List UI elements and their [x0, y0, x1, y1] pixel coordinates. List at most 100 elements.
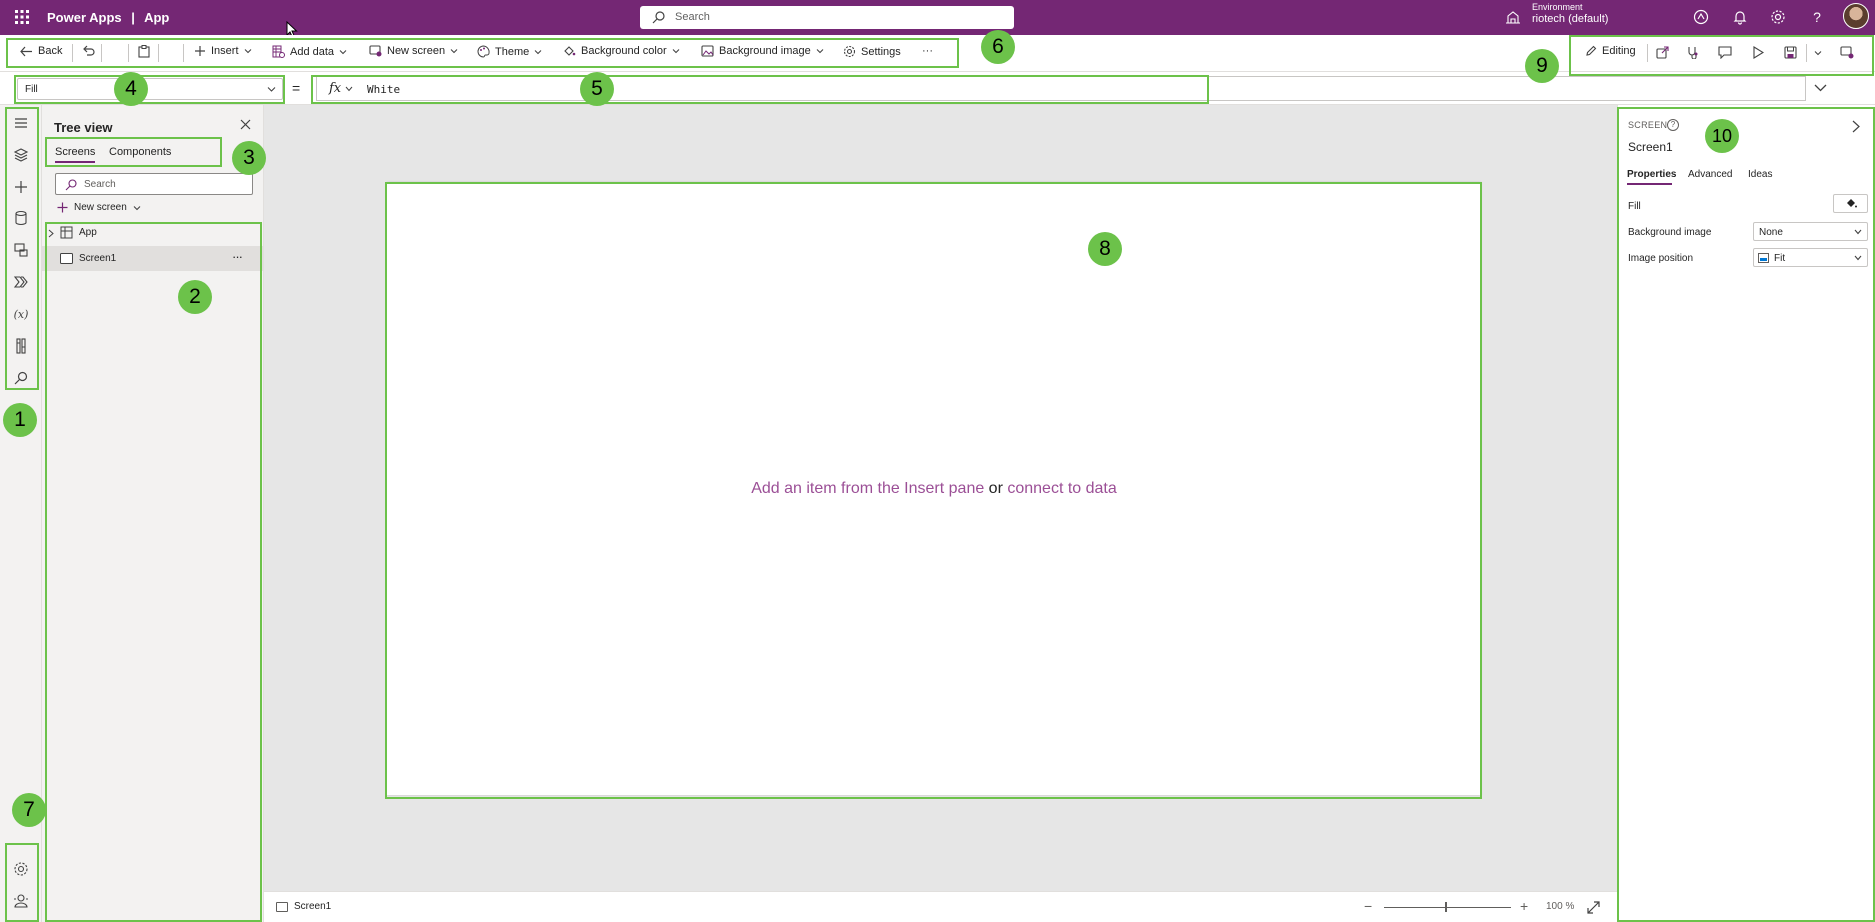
insert-pane-link[interactable]: Add an item from the Insert pane	[751, 480, 984, 497]
tree-item-screen1[interactable]: Screen1 ···	[42, 246, 264, 271]
add-data-button[interactable]: Add data	[272, 45, 347, 58]
image-position-label: Image position	[1628, 253, 1694, 264]
tab-screens[interactable]: Screens	[55, 146, 95, 158]
new-screen-button[interactable]: New screen	[57, 202, 141, 213]
control-name[interactable]: Screen1	[1628, 140, 1673, 154]
more-options-button[interactable]: ···	[232, 249, 243, 264]
bell-icon[interactable]	[1732, 9, 1748, 25]
chevron-down-icon[interactable]	[1814, 49, 1822, 57]
virtual-agent-icon[interactable]	[13, 893, 29, 909]
current-screen-label[interactable]: Screen1	[294, 901, 331, 912]
more-commands-button[interactable]: ···	[922, 45, 933, 57]
screen-canvas[interactable]: Add an item from the Insert pane or conn…	[387, 182, 1481, 795]
property-dropdown[interactable]: Fill	[17, 78, 283, 100]
chevron-down-icon[interactable]	[1814, 84, 1827, 92]
chevron-down-icon	[672, 49, 679, 54]
tab-components[interactable]: Components	[109, 146, 171, 158]
global-search-input[interactable]: Search	[640, 6, 1014, 29]
chevron-down-icon	[1854, 255, 1862, 261]
insert-plus-icon[interactable]	[13, 179, 29, 195]
fit-to-window-icon[interactable]	[1587, 901, 1600, 914]
copilot-icon[interactable]	[1693, 9, 1709, 25]
screen-icon	[60, 253, 73, 264]
power-automate-icon[interactable]	[13, 274, 29, 290]
close-icon[interactable]	[240, 119, 251, 130]
divider	[1806, 44, 1807, 62]
chevron-right-icon[interactable]	[48, 229, 54, 238]
hamburger-menu-icon[interactable]	[13, 115, 29, 131]
add-data-label: Add data	[290, 45, 335, 58]
insert-button[interactable]: Insert	[194, 45, 252, 57]
chevron-down-icon	[133, 205, 141, 210]
editing-mode-button[interactable]: Editing	[1585, 45, 1636, 57]
image-icon	[1758, 253, 1769, 263]
background-image-label: Background image	[719, 45, 811, 57]
tab-ideas[interactable]: Ideas	[1748, 169, 1772, 180]
play-icon[interactable]	[1752, 46, 1764, 59]
connect-to-data-link[interactable]: connect to data	[1007, 480, 1116, 497]
fx-icon[interactable]: fx	[329, 81, 341, 96]
background-image-select[interactable]: None	[1753, 222, 1868, 241]
theme-button[interactable]: Theme	[477, 45, 542, 58]
chevron-down-icon	[534, 49, 542, 54]
app-checker-icon[interactable]	[1686, 46, 1700, 59]
new-screen-button[interactable]: New screen	[369, 45, 458, 57]
editing-label: Editing	[1602, 45, 1636, 57]
zoom-slider-thumb[interactable]	[1445, 902, 1447, 912]
settings-button[interactable]: Settings	[843, 45, 901, 58]
help-circle-icon[interactable]: ?	[1667, 119, 1679, 131]
tab-advanced[interactable]: Advanced	[1688, 169, 1732, 180]
search-icon	[65, 179, 77, 191]
chevron-right-icon[interactable]	[1852, 120, 1860, 133]
formula-input[interactable]: fx White	[316, 76, 1806, 101]
help-icon[interactable]: ?	[1809, 9, 1825, 25]
zoom-slider[interactable]	[1384, 907, 1511, 908]
pencil-icon	[1586, 45, 1597, 56]
callout-badge: 7	[12, 793, 46, 827]
variables-icon[interactable]: (x)	[13, 306, 29, 322]
plus-icon	[195, 46, 205, 56]
chevron-down-icon[interactable]	[345, 86, 353, 92]
tab-properties[interactable]: Properties	[1627, 169, 1676, 180]
background-image-button[interactable]: Background image	[701, 45, 824, 57]
settings-gear-icon[interactable]	[13, 861, 29, 877]
search-placeholder: Search	[675, 11, 710, 23]
waffle-icon[interactable]	[14, 9, 30, 25]
user-avatar[interactable]	[1843, 3, 1869, 29]
zoom-in-button[interactable]: +	[1520, 898, 1528, 914]
app-name[interactable]: App	[144, 10, 169, 25]
zoom-out-button[interactable]: −	[1364, 898, 1372, 914]
active-tab-indicator	[55, 161, 95, 163]
save-icon[interactable]	[1784, 46, 1797, 59]
media-icon[interactable]	[13, 242, 29, 258]
environment-picker[interactable]: riotech (default)	[1532, 13, 1608, 25]
status-bar: Screen1 − + 100 %	[264, 891, 1617, 922]
select-value: None	[1759, 227, 1783, 238]
environment-icon	[1506, 11, 1520, 24]
tree-item-label: App	[79, 227, 97, 238]
divider	[158, 44, 159, 62]
paste-button[interactable]	[138, 45, 150, 58]
comment-icon[interactable]	[1718, 46, 1732, 59]
data-cylinder-icon[interactable]	[13, 210, 29, 226]
callout-badge: 1	[3, 403, 37, 437]
divider	[128, 44, 129, 62]
tree-view-layers-icon[interactable]	[13, 147, 29, 163]
divider	[72, 44, 73, 62]
tree-item-label: Screen1	[79, 253, 117, 264]
image-position-select[interactable]: Fit	[1753, 248, 1868, 267]
arrow-left-icon	[20, 46, 32, 56]
divider	[183, 44, 184, 62]
gear-icon[interactable]	[1770, 9, 1786, 25]
fill-color-picker[interactable]	[1833, 194, 1868, 213]
tree-item-app[interactable]: App	[42, 221, 264, 245]
chevron-down-icon	[816, 49, 824, 54]
search-icon[interactable]	[13, 370, 29, 386]
publish-icon[interactable]	[1840, 46, 1854, 59]
back-button[interactable]: Back	[20, 45, 62, 57]
advanced-tools-icon[interactable]	[13, 338, 29, 354]
undo-button[interactable]	[82, 45, 95, 57]
tree-search-input[interactable]: Search	[55, 173, 253, 195]
background-color-button[interactable]: Background color	[563, 45, 680, 57]
share-icon[interactable]	[1656, 46, 1670, 59]
